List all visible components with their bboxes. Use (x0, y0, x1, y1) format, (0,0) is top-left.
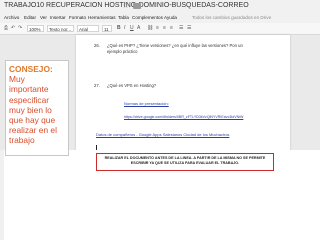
link-icon[interactable]: ⛓ (147, 25, 153, 31)
folder-icon[interactable] (133, 3, 141, 9)
classmates-data-link[interactable]: Datos de compañeros - Google Apps Salesi… (96, 132, 229, 137)
advice-note: CONSEJO: Muy importante especificar muy … (5, 60, 69, 156)
text-cursor (96, 145, 97, 150)
note-title: CONSEJO: (9, 64, 53, 74)
italic-icon[interactable]: I (124, 25, 125, 31)
item-number: 27. (94, 83, 100, 88)
font-size-select[interactable]: 11 (102, 25, 112, 32)
bold-icon[interactable]: B (117, 25, 121, 31)
save-status: Todos los cambios guardados en Drive (192, 15, 272, 20)
drive-folder-link[interactable]: https://drive.google.com/#folders/0BR_zF… (124, 115, 243, 119)
font-select[interactable]: Arial (77, 25, 99, 32)
undo-icon[interactable]: ↶ (11, 25, 15, 31)
align-left-icon[interactable]: ≡ (156, 25, 159, 31)
text-color-icon[interactable]: A (137, 25, 140, 31)
underline-icon[interactable]: U (130, 25, 134, 31)
print-icon[interactable]: ⎙ (4, 25, 8, 31)
toolbar: ⎙ ↶ ↷ 100% Texto nor... Arial 11 B I U A… (0, 23, 320, 35)
document-page[interactable]: 26. ¿Qué es PHP? ¿Tiene versiones? ¿en q… (76, 35, 290, 150)
menu-complementos[interactable]: Complementos (132, 15, 163, 20)
align-center-icon[interactable]: ≡ (163, 25, 166, 31)
redo-icon[interactable]: ↷ (18, 25, 22, 31)
star-icon[interactable]: ☆ (122, 1, 129, 10)
numbered-list-icon[interactable]: ☰ (179, 25, 183, 31)
style-select[interactable]: Texto nor... (47, 25, 74, 32)
menu-insertar[interactable]: Insertar (50, 15, 66, 20)
menu-editar[interactable]: Editar (24, 15, 36, 20)
note-body: Muy importante especificar muy bien lo q… (9, 74, 57, 146)
question-text: ¿Qué es VPS en Hosting? (107, 83, 157, 88)
menu-herramientas[interactable]: Herramientas (88, 15, 116, 20)
menu-ayuda[interactable]: Ayuda (164, 15, 177, 20)
list-item-27: 27. ¿Qué es VPS en Hosting? (94, 83, 274, 91)
list-item-26: 26. ¿Qué es PHP? ¿Tiene versiones? ¿en q… (94, 43, 274, 55)
zoom-select[interactable]: 100% (27, 25, 44, 32)
menu-bar: Archivo Editar Ver Insertar Formato Herr… (0, 13, 320, 23)
question-text: ¿Qué es PHP? ¿Tiene versiones? ¿en qué i… (107, 43, 243, 54)
align-right-icon[interactable]: ≡ (170, 25, 173, 31)
bulleted-list-icon[interactable]: ☰ (187, 25, 191, 31)
menu-archivo[interactable]: Archivo (4, 15, 19, 20)
menu-formato[interactable]: Formato (69, 15, 86, 20)
presentation-rules-link[interactable]: Normas de presentación: (124, 101, 169, 106)
evaluation-notice-box: REALIZAR EL DOCUMENTO ANTES DE LA LINEA.… (96, 153, 274, 171)
menu-tabla[interactable]: Tabla (118, 15, 129, 20)
menu-ver[interactable]: Ver (40, 15, 47, 20)
item-number: 26. (94, 43, 100, 48)
title-bar: TRABAJO10 RECUPERACION HOSTING-DOMINIO-B… (0, 0, 320, 13)
